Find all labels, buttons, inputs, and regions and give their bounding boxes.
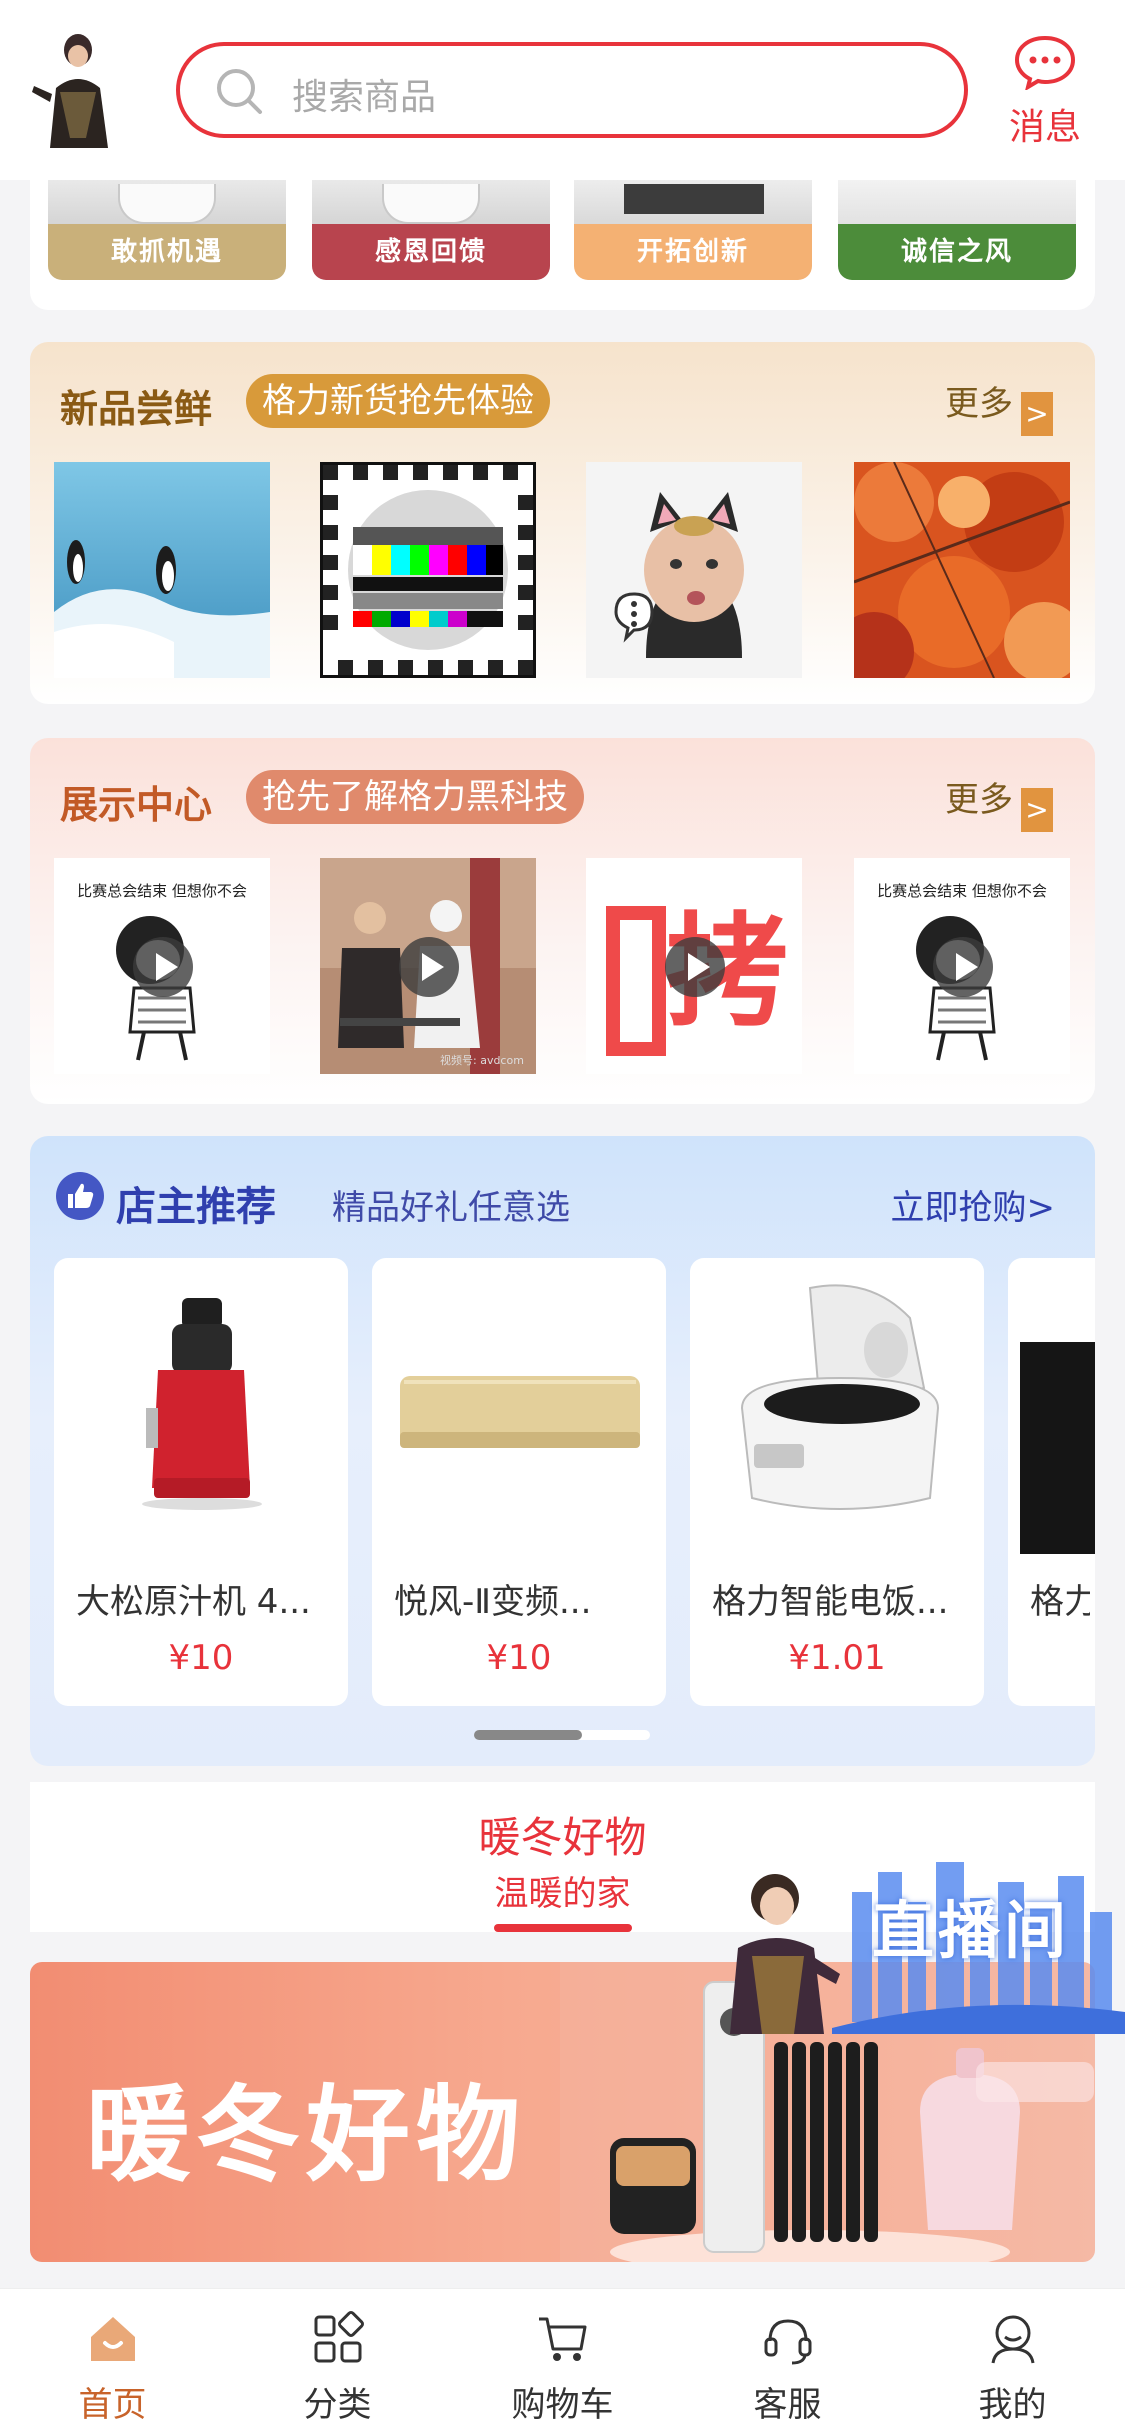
section-title: 新品尝鲜	[60, 387, 213, 431]
culture-image	[838, 180, 1076, 224]
thumbs-up-icon	[56, 1172, 104, 1220]
video-caption: 比赛总会结束 但想你不会	[877, 882, 1047, 900]
tab-label: 购物车	[511, 2385, 614, 2425]
product-card[interactable]: 大松原汁机 4... ¥10	[54, 1258, 348, 1706]
play-icon	[933, 937, 993, 997]
product-card[interactable]: 悦风-Ⅱ变频... ¥10	[372, 1258, 666, 1706]
live-room-button[interactable]: 直播间	[712, 1852, 1125, 2034]
recommend-subtitle: 精品好礼任意选	[332, 1188, 570, 1228]
carousel-scrollbar[interactable]	[474, 1730, 650, 1740]
video-caption: 比赛总会结束 但想你不会	[77, 882, 247, 900]
tab-label: 分类	[303, 2385, 372, 2425]
home-icon	[90, 2317, 135, 2361]
tab-category[interactable]: 分类	[225, 2289, 450, 2436]
more-label: 更多	[945, 384, 1013, 424]
new-product-thumb-3[interactable]	[586, 462, 802, 678]
culture-tile-2[interactable]: 感恩回馈	[312, 180, 550, 280]
bottom-tabbar: 首页 分类 购物车 客服 我的	[0, 2288, 1125, 2436]
recommend-section: 店主推荐 精品好礼任意选 立即抢购> 大松原汁机 4... ¥10 悦风-Ⅱ变频…	[30, 1136, 1095, 1766]
message-button[interactable]: 消息	[995, 34, 1095, 154]
maple-leaves-image	[854, 462, 1070, 678]
tab-service[interactable]: 客服	[675, 2289, 900, 2436]
product-name: 大松原汁机 4...	[76, 1582, 311, 1622]
more-label: 更多	[945, 780, 1013, 820]
penguins-image	[54, 462, 270, 678]
culture-label: 敢抓机遇	[48, 224, 286, 280]
new-product-thumb-1[interactable]	[54, 462, 270, 678]
arrow-right-icon: >	[1021, 788, 1053, 832]
showcase-section: 展示中心 抢先了解格力黑科技 更多 > 比赛总会结束 但想你不会 视频号: avd…	[30, 738, 1095, 1104]
more-link[interactable]: 更多 >	[945, 376, 1053, 436]
chat-bubble-icon	[1014, 35, 1076, 90]
product-name: 悦风-Ⅱ变频...	[394, 1582, 592, 1622]
top-header: 搜索商品 消息	[0, 0, 1125, 180]
culture-tile-3[interactable]: 开拓创新	[574, 180, 812, 280]
active-tab-indicator	[494, 1924, 632, 1932]
product-price: ¥1.01	[788, 1638, 886, 1678]
new-product-thumb-4[interactable]	[854, 462, 1070, 678]
avatar-image	[30, 28, 126, 148]
user-icon	[991, 2315, 1034, 2364]
culture-image	[312, 180, 550, 224]
avatar[interactable]	[30, 28, 126, 148]
tab-cart[interactable]: 购物车	[450, 2289, 675, 2436]
culture-image	[574, 180, 812, 224]
play-icon	[399, 937, 459, 997]
section-title: 展示中心	[60, 783, 213, 827]
culture-image	[48, 180, 286, 224]
shopping-cart-icon	[538, 2317, 586, 2361]
product-price: ¥10	[486, 1638, 552, 1678]
search-placeholder: 搜索商品	[292, 77, 437, 118]
section-tag: 抢先了解格力黑科技	[246, 770, 584, 824]
recommend-title: 店主推荐	[116, 1184, 276, 1230]
product-price: ¥10	[168, 1638, 234, 1678]
culture-tile-1[interactable]: 敢抓机遇	[48, 180, 286, 280]
play-icon	[133, 937, 193, 997]
arrow-right-icon: >	[1021, 392, 1053, 436]
product-name: 格力	[1030, 1582, 1090, 1622]
culture-tile-4[interactable]: 诚信之风	[838, 180, 1076, 280]
play-icon	[665, 937, 725, 997]
product-card[interactable]: 格力	[1008, 1258, 1095, 1706]
video-thumb-3[interactable]: 拷贝	[586, 858, 802, 1074]
message-label: 消息	[1008, 107, 1081, 148]
video-thumb-1[interactable]: 比赛总会结束 但想你不会	[54, 858, 270, 1074]
culture-label: 诚信之风	[838, 224, 1076, 280]
rice-cooker-image	[740, 1284, 940, 1510]
new-product-thumb-2[interactable]	[320, 462, 536, 678]
tab-home[interactable]: 首页	[0, 2289, 225, 2436]
search-icon	[217, 69, 262, 114]
culture-label: 开拓创新	[574, 224, 812, 280]
headset-icon	[764, 2319, 811, 2365]
tab-mine[interactable]: 我的	[900, 2289, 1125, 2436]
new-products-section: 新品尝鲜 格力新货抢先体验 更多 >	[30, 342, 1095, 704]
section-tag: 格力新货抢先体验	[246, 374, 550, 428]
culture-label: 感恩回馈	[312, 224, 550, 280]
buy-now-link[interactable]: 立即抢购>	[891, 1180, 1056, 1229]
live-room-label: 直播间	[872, 1894, 1071, 1967]
video-watermark: 视频号: avdcom	[440, 1053, 524, 1067]
product-image	[1020, 1342, 1095, 1554]
air-conditioner-image	[400, 1376, 640, 1448]
product-name: 格力智能电饭...	[712, 1582, 949, 1622]
tab-label: 首页	[78, 2385, 147, 2425]
product-card[interactable]: 格力智能电饭... ¥1.01	[690, 1258, 984, 1706]
video-thumb-4[interactable]: 比赛总会结束 但想你不会	[854, 858, 1070, 1074]
search-bar[interactable]: 搜索商品	[176, 42, 968, 138]
banner-title: 暖冬好物	[86, 2074, 527, 2196]
more-link[interactable]: 更多 >	[945, 772, 1053, 832]
tab-label: 我的	[978, 2385, 1047, 2425]
video-thumb-2[interactable]: 视频号: avdcom	[320, 858, 536, 1074]
juicer-image	[142, 1298, 262, 1510]
scrollbar-thumb[interactable]	[474, 1730, 582, 1740]
cat-baby-image	[586, 462, 802, 678]
category-grid-icon	[314, 2311, 364, 2363]
test-pattern-image	[323, 465, 533, 675]
tab-label: 客服	[753, 2385, 822, 2425]
